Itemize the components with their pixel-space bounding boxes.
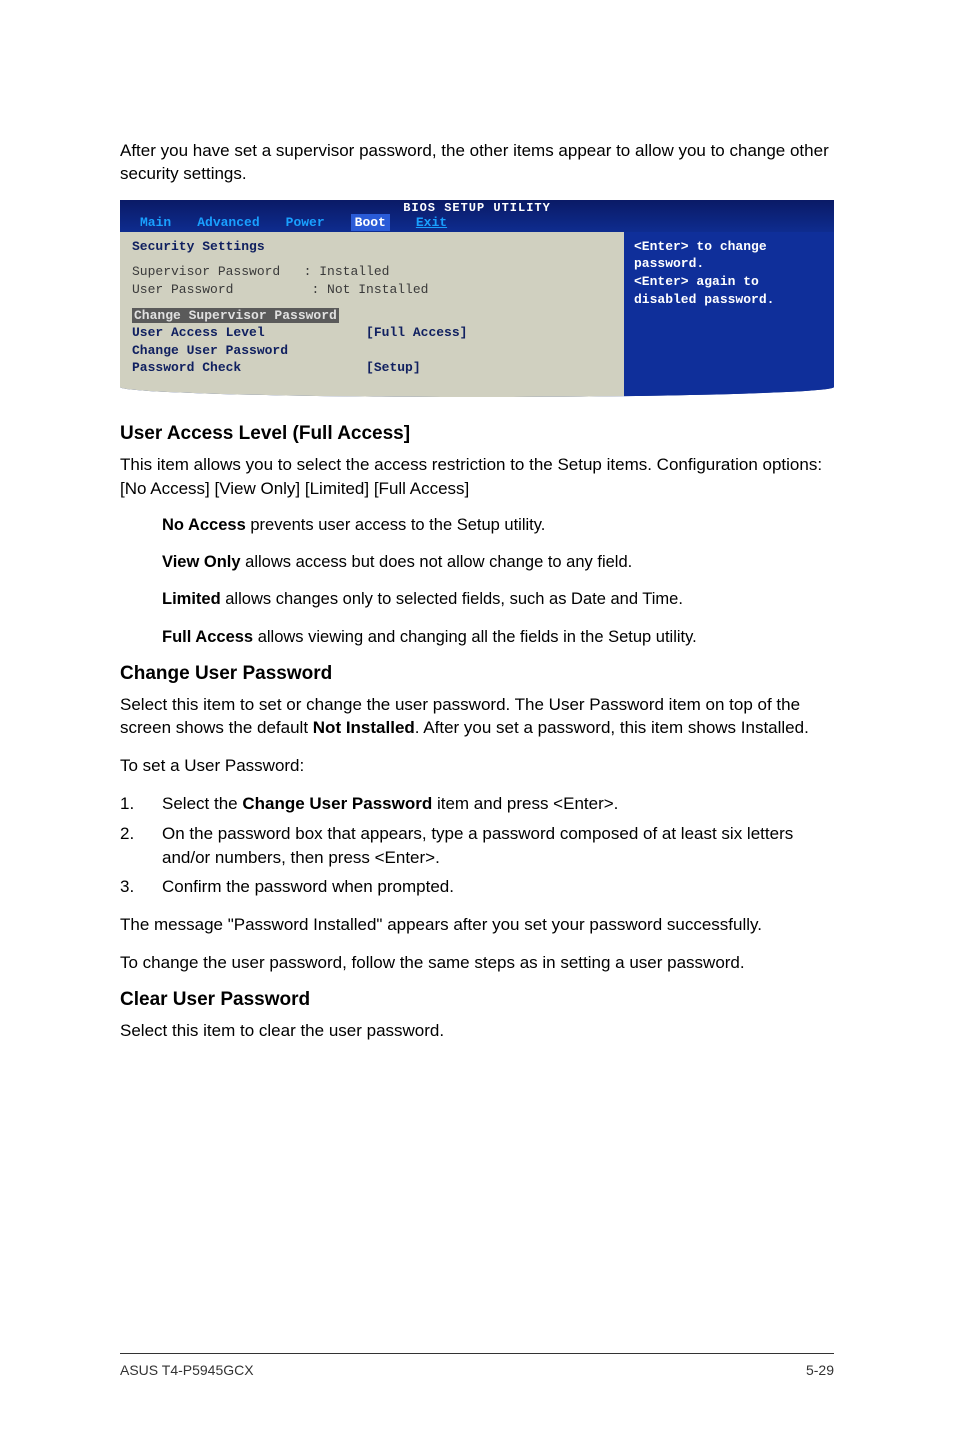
opt-limited: Limited allows changes only to selected …	[162, 588, 834, 611]
opt-no-access: No Access prevents user access to the Se…	[162, 514, 834, 537]
step-3: 3.Confirm the password when prompted.	[120, 875, 834, 899]
step-1: 1.Select the Change User Password item a…	[120, 792, 834, 816]
bios-screenshot: BIOS SETUP UTILITY Main Advanced Power B…	[120, 200, 834, 397]
change-user-p1: Select this item to set or change the us…	[120, 693, 834, 741]
footer-right: 5-29	[806, 1362, 834, 1378]
bios-left-panel: Security Settings Supervisor Password : …	[120, 232, 624, 397]
steps-list: 1.Select the Change User Password item a…	[120, 792, 834, 899]
tab-power: Power	[286, 214, 325, 232]
heading-user-access: User Access Level (Full Access]	[120, 423, 834, 445]
tab-advanced: Advanced	[197, 214, 259, 232]
help-l2: password.	[634, 255, 824, 273]
intro-text: After you have set a supervisor password…	[120, 140, 834, 186]
step-2: 2.On the password box that appears, type…	[120, 822, 834, 870]
heading-change-user: Change User Password	[120, 663, 834, 685]
access-row: User Access Level [Full Access]	[132, 324, 612, 342]
help-l1: <Enter> to change	[634, 238, 824, 256]
bios-body: Security Settings Supervisor Password : …	[120, 232, 834, 397]
bios-right-panel: <Enter> to change password. <Enter> agai…	[624, 232, 834, 397]
footer-left: ASUS T4-P5945GCX	[120, 1362, 254, 1378]
change-supervisor: Change Supervisor Password	[132, 307, 612, 325]
userpw-row: User Password : Not Installed	[132, 281, 612, 299]
page-footer: ASUS T4-P5945GCX 5-29	[120, 1353, 834, 1378]
change-user: Change User Password	[132, 342, 612, 360]
bios-title: BIOS SETUP UTILITY	[403, 200, 551, 216]
help-l3: <Enter> again to	[634, 273, 824, 291]
tab-exit: Exit	[416, 214, 447, 232]
security-heading: Security Settings	[132, 238, 612, 256]
tab-main: Main	[140, 214, 171, 232]
heading-clear-user: Clear User Password	[120, 989, 834, 1011]
help-l4: disabled password.	[634, 291, 824, 309]
change-user-p2: To set a User Password:	[120, 754, 834, 778]
check-row: Password Check [Setup]	[132, 359, 612, 377]
opt-full-access: Full Access allows viewing and changing …	[162, 626, 834, 649]
supervisor-row: Supervisor Password : Installed	[132, 263, 612, 281]
bios-header: BIOS SETUP UTILITY Main Advanced Power B…	[120, 200, 834, 232]
change-user-p4: To change the user password, follow the …	[120, 951, 834, 975]
clear-user-p: Select this item to clear the user passw…	[120, 1019, 834, 1043]
tab-boot: Boot	[351, 214, 390, 232]
user-access-desc: This item allows you to select the acces…	[120, 453, 834, 501]
opt-view-only: View Only allows access but does not all…	[162, 551, 834, 574]
change-user-p3: The message "Password Installed" appears…	[120, 913, 834, 937]
